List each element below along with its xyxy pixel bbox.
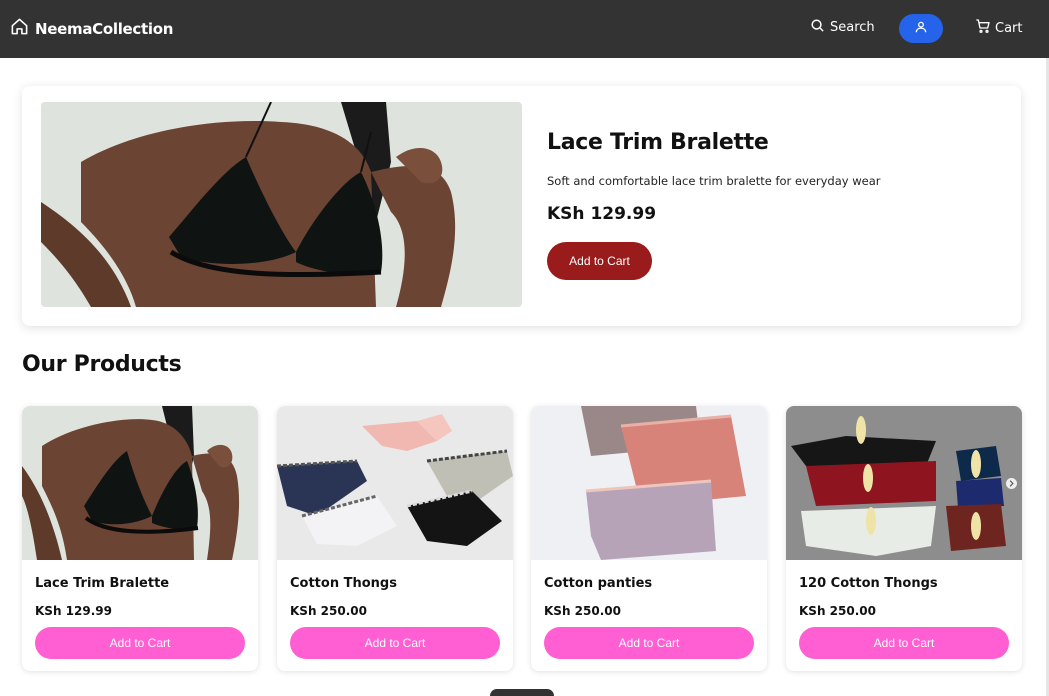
- product-name: Cotton Thongs: [290, 576, 397, 591]
- search-button[interactable]: Search: [810, 18, 875, 37]
- brand-link[interactable]: NeemaCollection: [10, 17, 173, 40]
- add-to-cart-button[interactable]: Add to Cart: [799, 627, 1009, 659]
- product-price: KSh 250.00: [544, 604, 621, 618]
- product-card[interactable]: 120 Cotton Thongs KSh 250.00 Add to Cart: [786, 406, 1022, 671]
- featured-product-description: Soft and comfortable lace trim bralette …: [547, 174, 881, 188]
- search-label: Search: [830, 20, 875, 35]
- floating-toolbar-handle[interactable]: [490, 689, 554, 696]
- product-price: KSh 250.00: [290, 604, 367, 618]
- product-image: [277, 406, 513, 560]
- search-icon: [810, 18, 825, 37]
- featured-product-price: KSh 129.99: [547, 204, 657, 224]
- cart-button[interactable]: Cart: [975, 18, 1023, 38]
- product-price: KSh 250.00: [799, 604, 876, 618]
- section-title: Our Products: [22, 352, 182, 377]
- user-account-button[interactable]: [899, 14, 943, 43]
- product-name: Cotton panties: [544, 576, 653, 591]
- featured-add-to-cart-button[interactable]: Add to Cart: [547, 242, 652, 280]
- brand-name: NeemaCollection: [35, 19, 174, 38]
- cart-label: Cart: [995, 20, 1023, 36]
- cart-icon: [975, 18, 991, 38]
- product-price: KSh 129.99: [35, 604, 112, 618]
- featured-product-title: Lace Trim Bralette: [547, 130, 769, 155]
- featured-product-card: Lace Trim Bralette Soft and comfortable …: [22, 86, 1021, 326]
- add-to-cart-button[interactable]: Add to Cart: [544, 627, 754, 659]
- product-card[interactable]: Lace Trim Bralette KSh 129.99 Add to Car…: [22, 406, 258, 671]
- product-card[interactable]: Cotton Thongs KSh 250.00 Add to Cart: [277, 406, 513, 671]
- carousel-next-icon[interactable]: [1006, 478, 1017, 489]
- product-image: [531, 406, 767, 560]
- product-image: [786, 406, 1022, 560]
- add-to-cart-button[interactable]: Add to Cart: [290, 627, 500, 659]
- featured-product-image: [41, 102, 522, 307]
- top-navbar: NeemaCollection Search Cart: [0, 0, 1049, 58]
- product-image: [22, 406, 258, 560]
- product-card[interactable]: Cotton panties KSh 250.00 Add to Cart: [531, 406, 767, 671]
- add-to-cart-button[interactable]: Add to Cart: [35, 627, 245, 659]
- product-name: 120 Cotton Thongs: [799, 576, 938, 591]
- user-icon: [914, 19, 928, 38]
- home-icon: [10, 17, 29, 40]
- product-name: Lace Trim Bralette: [35, 576, 170, 591]
